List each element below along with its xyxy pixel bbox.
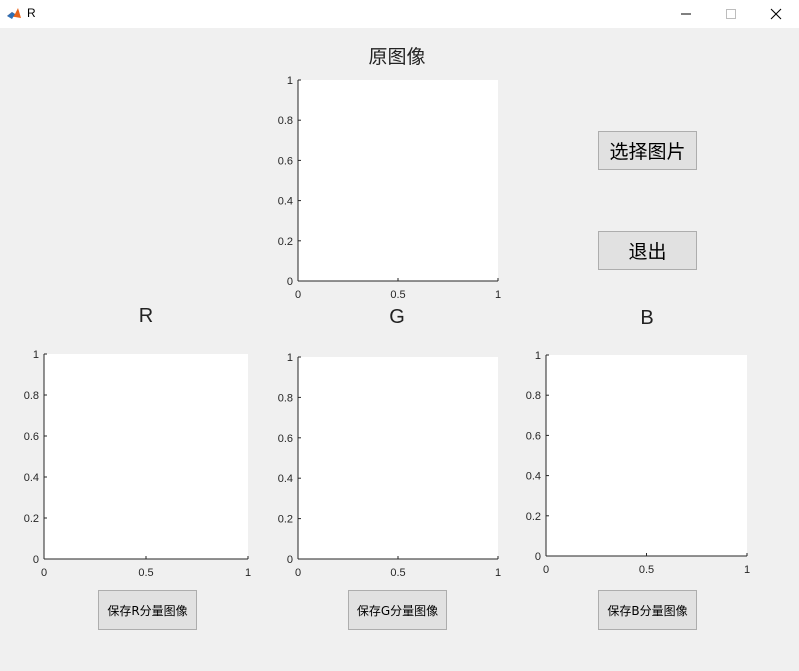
y-tick-label: 0.8: [526, 390, 541, 402]
y-tick-label: 0.4: [278, 473, 293, 485]
y-tick-label: 1: [287, 75, 293, 87]
axes-area: [44, 354, 248, 559]
y-tick-label: 0.2: [278, 236, 293, 248]
maximize-icon: [726, 9, 736, 19]
x-tick-label: 0: [295, 567, 301, 579]
y-tick-label: 1: [287, 352, 293, 364]
g-axes-title: G: [389, 306, 405, 328]
matlab-icon: [6, 6, 22, 22]
x-tick-label: 0.5: [639, 564, 654, 576]
b-axes-title: B: [640, 307, 654, 329]
y-tick-label: 0.2: [278, 514, 293, 526]
x-tick-label: 0: [543, 564, 549, 576]
x-tick-label: 1: [245, 567, 251, 579]
y-tick-label: 0.6: [526, 430, 541, 442]
x-tick-label: 1: [495, 567, 501, 579]
save-b-button[interactable]: 保存B分量图像: [598, 590, 697, 630]
maximize-button[interactable]: [708, 0, 754, 28]
save-r-button[interactable]: 保存R分量图像: [98, 590, 197, 630]
y-tick-label: 0.6: [278, 433, 293, 445]
g-component-axes: 0 0.5 1 0 0.2 0.4 0.6 0.8 1: [278, 352, 501, 579]
y-tick-label: 0.8: [278, 115, 293, 127]
x-tick-label: 1: [495, 289, 501, 301]
y-tick-label: 0.4: [526, 471, 541, 483]
close-button[interactable]: [753, 0, 799, 28]
x-tick-label: 0: [295, 289, 301, 301]
title-bar: R: [0, 0, 799, 28]
x-tick-label: 1: [744, 564, 750, 576]
save-g-button[interactable]: 保存G分量图像: [348, 590, 447, 630]
y-tick-label: 0.2: [526, 511, 541, 523]
x-tick-label: 0: [41, 567, 47, 579]
r-axes-title: R: [138, 305, 154, 327]
y-tick-label: 0.8: [278, 392, 293, 404]
axes-area: [298, 357, 498, 559]
y-tick-label: 1: [535, 350, 541, 362]
y-tick-label: 0.6: [24, 431, 39, 443]
x-tick-label: 0.5: [138, 567, 153, 579]
y-tick-label: 0: [287, 276, 293, 288]
close-icon: [770, 8, 782, 20]
original-image-axes: 0 0.5 1 0 0.2 0.4 0.6 0.8 1: [278, 75, 501, 301]
r-component-axes: 0 0.5 1 0 0.2 0.4 0.6 0.8 1: [24, 349, 251, 579]
y-tick-label: 0.4: [24, 472, 39, 484]
y-tick-label: 0.6: [278, 155, 293, 167]
window-title: R: [27, 6, 36, 20]
y-tick-label: 0: [287, 554, 293, 566]
axes-area: [546, 355, 747, 556]
minimize-button[interactable]: [663, 0, 709, 28]
y-tick-label: 0: [535, 551, 541, 563]
y-tick-label: 0: [33, 554, 39, 566]
x-tick-label: 0.5: [390, 289, 405, 301]
y-tick-label: 0.8: [24, 390, 39, 402]
axes-area: [298, 80, 498, 281]
b-component-axes: 0 0.5 1 0 0.2 0.4 0.6 0.8 1: [526, 350, 750, 576]
exit-button[interactable]: 退出: [598, 231, 697, 270]
y-tick-label: 1: [33, 349, 39, 361]
minimize-icon: [681, 13, 691, 15]
original-axes-title: 原图像: [368, 46, 426, 68]
select-image-button[interactable]: 选择图片: [598, 131, 697, 170]
y-tick-label: 0.4: [278, 196, 293, 208]
x-tick-label: 0.5: [390, 567, 405, 579]
y-tick-label: 0.2: [24, 513, 39, 525]
